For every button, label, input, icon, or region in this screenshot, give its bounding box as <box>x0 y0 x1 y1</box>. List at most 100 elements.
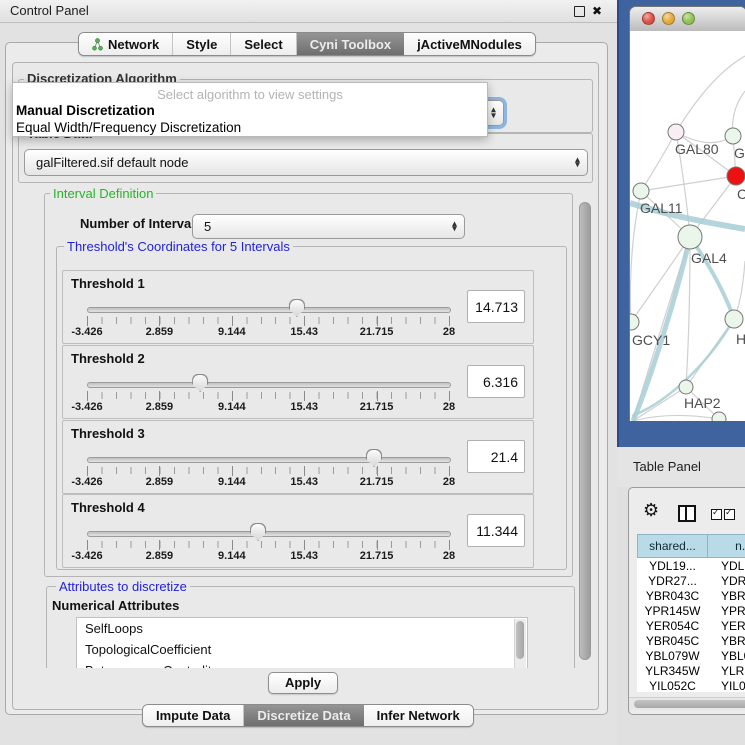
major-tick <box>449 316 450 326</box>
float-window-icon[interactable] <box>574 6 585 17</box>
slider-thumb[interactable] <box>289 299 305 317</box>
node-label: C <box>737 186 745 202</box>
major-tick <box>159 391 160 401</box>
node-label: H <box>736 331 745 347</box>
table-cell[interactable]: YDR2 <box>708 574 745 588</box>
horizontal-scrollbar[interactable] <box>629 697 745 710</box>
table-row[interactable]: YDR27...YDR2 <box>637 573 745 588</box>
network-node-h[interactable] <box>725 310 743 328</box>
table-cell[interactable]: YLR3 <box>708 664 745 678</box>
settings-gear-icon[interactable] <box>643 500 659 521</box>
network-edge[interactable] <box>641 176 736 191</box>
bottom-tab-discretize-data[interactable]: Discretize Data <box>243 705 363 726</box>
table-cell[interactable]: YDL19... <box>637 559 708 573</box>
vertical-scrollbar[interactable] <box>578 186 591 668</box>
vertical-scrollbar-thumb[interactable] <box>579 202 591 660</box>
traffic-light-zoom-icon[interactable] <box>682 12 695 25</box>
network-node-c[interactable] <box>727 167 745 185</box>
table-cell[interactable]: YLR345W <box>637 664 708 678</box>
major-tick <box>377 391 378 401</box>
close-icon[interactable] <box>592 3 602 19</box>
dropdown-option-equal-width-frequency[interactable]: Equal Width/Frequency Discretization <box>16 120 241 135</box>
bottom-tab-infer-network[interactable]: Infer Network <box>364 705 473 726</box>
dropdown-option-manual-discretization[interactable]: Manual Discretization <box>16 103 155 118</box>
table-cell[interactable]: YIL0 <box>708 679 745 693</box>
table-cell[interactable]: YDL1 <box>708 559 745 573</box>
table-cell[interactable]: YPR145W <box>637 604 708 618</box>
table-row[interactable]: YBR043CYBR0 <box>637 588 745 603</box>
tab-cyni-toolbox[interactable]: Cyni Toolbox <box>296 33 404 55</box>
table-cell[interactable]: YPR1 <box>708 604 745 618</box>
checkbox-icon-2[interactable] <box>724 509 735 520</box>
table-cell[interactable]: YBR043C <box>637 589 708 603</box>
table-header-cell-name[interactable]: n... <box>708 534 745 558</box>
network-icon <box>92 38 103 51</box>
attributes-list-scrollbar[interactable] <box>514 619 526 668</box>
apply-button[interactable]: Apply <box>268 672 338 694</box>
slider-track[interactable] <box>87 382 451 388</box>
table-cell[interactable]: YER0 <box>708 619 745 633</box>
number-of-intervals-combobox[interactable]: 5 <box>192 214 465 239</box>
tab-network[interactable]: Network <box>79 33 172 55</box>
major-tick <box>449 391 450 401</box>
traffic-light-minimize-icon[interactable] <box>662 12 675 25</box>
split-view-icon[interactable] <box>678 505 696 522</box>
table-row[interactable]: YER054CYER0 <box>637 618 745 633</box>
table-cell[interactable]: YDR27... <box>637 574 708 588</box>
threshold-value-box[interactable]: 11.344 <box>467 514 525 547</box>
threshold-value-box[interactable]: 14.713 <box>467 290 525 323</box>
table-data-combobox[interactable]: galFiltered.sif default node <box>24 149 588 176</box>
table-row[interactable]: YDL19...YDL1 <box>637 558 745 573</box>
network-node-ga[interactable] <box>725 128 741 144</box>
tick-label: 15.43 <box>290 326 318 338</box>
slider-track[interactable] <box>87 531 451 537</box>
table-row[interactable]: YLR345WYLR3 <box>637 663 745 678</box>
table-window: shared... n... YDL19...YDL1YDR27...YDR2Y… <box>628 487 745 715</box>
table-row[interactable]: YPR145WYPR1 <box>637 603 745 618</box>
major-tick <box>87 391 88 401</box>
network-edge[interactable] <box>641 132 676 191</box>
tab-select[interactable]: Select <box>230 33 295 55</box>
threshold-value-box[interactable]: 6.316 <box>467 365 525 398</box>
table-cell[interactable]: YBL079W <box>637 649 708 663</box>
slider-thumb[interactable] <box>366 449 382 467</box>
tab-style[interactable]: Style <box>172 33 230 55</box>
network-node-gal11[interactable] <box>633 183 649 199</box>
network-edge[interactable] <box>633 415 719 421</box>
network-node-gal80[interactable] <box>668 124 684 140</box>
network-node-gcy1[interactable] <box>630 314 639 330</box>
combo-arrows-icon <box>452 221 457 232</box>
table-cell[interactable]: YBR045C <box>637 634 708 648</box>
attribute-item-topologicalcoefficient[interactable]: TopologicalCoefficient <box>77 639 527 660</box>
traffic-light-close-icon[interactable] <box>642 12 655 25</box>
slider-track[interactable] <box>87 457 451 463</box>
slider-thumb[interactable] <box>192 374 208 392</box>
attribute-item-selfloops[interactable]: SelfLoops <box>77 618 527 639</box>
table-row[interactable]: YBR045CYBR0 <box>637 633 745 648</box>
network-canvas[interactable]: GAL80GACGAL11GAL4GCY1HHAP2 <box>630 31 745 421</box>
table-header-cell-shared[interactable]: shared... <box>637 534 708 558</box>
threshold-value-box[interactable]: 21.4 <box>467 440 525 473</box>
bottom-tab-impute-data[interactable]: Impute Data <box>143 705 243 726</box>
table-row[interactable]: YBL079WYBL0 <box>637 648 745 663</box>
network-window[interactable]: GAL80GACGAL11GAL4GCY1HHAP2 <box>629 6 745 421</box>
network-node-hap2[interactable] <box>679 380 693 394</box>
network-node-gal4[interactable] <box>678 225 702 249</box>
tab-jactivemnodules[interactable]: jActiveMNodules <box>404 33 535 55</box>
network-window-titlebar[interactable] <box>630 7 745 32</box>
table-cell[interactable]: YIL052C <box>637 679 708 693</box>
attributes-list[interactable]: SelfLoopsTopologicalCoefficientBetweenne… <box>76 617 528 668</box>
node-label: GAL4 <box>691 250 727 266</box>
network-edge[interactable] <box>676 56 745 132</box>
table-cell[interactable]: YER054C <box>637 619 708 633</box>
network-node[interactable] <box>712 412 726 421</box>
horizontal-scrollbar-thumb[interactable] <box>634 700 745 708</box>
table-cell[interactable]: YBR0 <box>708 634 745 648</box>
table-cell[interactable]: YBR0 <box>708 589 745 603</box>
slider-track[interactable] <box>87 307 451 313</box>
attribute-item-betweennesscentrality[interactable]: BetweennessCentrality <box>77 660 527 668</box>
table-row[interactable]: YIL052CYIL0 <box>637 678 745 692</box>
slider-thumb[interactable] <box>250 523 266 541</box>
table-cell[interactable]: YBL0 <box>708 649 745 663</box>
checkbox-icon-1[interactable] <box>711 509 722 520</box>
